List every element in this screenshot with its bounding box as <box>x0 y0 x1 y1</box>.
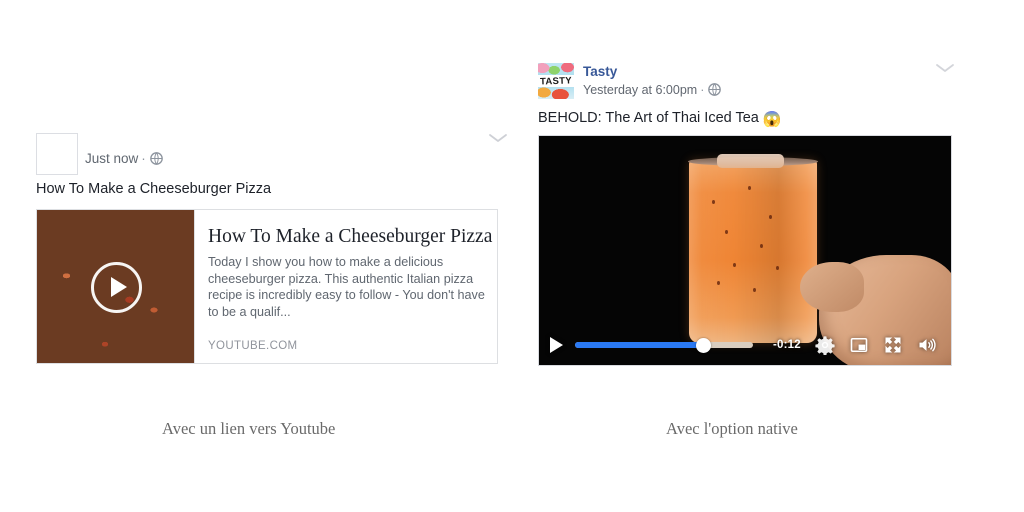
link-preview-body: How To Make a Cheeseburger Pizza Today I… <box>194 210 497 363</box>
video-controls-bar: -0:12 <box>539 325 951 365</box>
video-player[interactable]: -0:12 <box>538 135 952 366</box>
post-meta: Yesterday at 6:00pm · <box>583 83 722 97</box>
ice-specks <box>689 160 817 343</box>
post-meta: Just now · <box>85 152 163 166</box>
post-timestamp[interactable]: Yesterday at 6:00pm <box>583 83 697 97</box>
avatar <box>36 133 78 175</box>
gear-icon[interactable] <box>815 335 835 355</box>
link-title: How To Make a Cheeseburger Pizza <box>208 226 493 247</box>
post-menu-chevron-down-icon[interactable] <box>934 61 956 75</box>
meta-separator: · <box>700 83 705 97</box>
caption-right: Avec l'option native <box>666 419 798 438</box>
post-author-name[interactable]: Tasty <box>583 64 617 79</box>
progress-fill <box>575 342 704 348</box>
post-message: BEHOLD: The Art of Thai Iced Tea 😱 <box>538 108 782 130</box>
post-menu-chevron-down-icon[interactable] <box>487 131 509 145</box>
play-icon[interactable] <box>90 261 142 313</box>
progress-scrubber-handle[interactable] <box>695 337 711 353</box>
time-remaining: -0:12 <box>773 339 801 351</box>
screaming-face-emoji-icon: 😱 <box>762 111 782 128</box>
link-preview-card[interactable]: How To Make a Cheeseburger Pizza Today I… <box>36 209 498 364</box>
post-message-text: BEHOLD: The Art of Thai Iced Tea <box>538 110 759 126</box>
link-thumbnail[interactable] <box>37 210 194 363</box>
screenshot-canvas: Just now · How To Make a Cheeseburger Piz… <box>0 0 1024 512</box>
avatar[interactable]: TASTY <box>538 63 574 99</box>
thai-iced-tea-glass <box>688 154 819 344</box>
post-message: How To Make a Cheeseburger Pizza <box>36 181 272 197</box>
play-icon[interactable] <box>550 337 563 353</box>
link-description: Today I show you how to make a delicious… <box>208 255 485 319</box>
meta-separator: · <box>141 151 146 166</box>
avatar-label: TASTY <box>539 75 573 88</box>
post-timestamp[interactable]: Just now <box>85 151 138 166</box>
volume-on-icon[interactable] <box>917 335 937 355</box>
video-progress-bar[interactable] <box>575 337 753 353</box>
picture-in-picture-icon[interactable] <box>849 335 869 355</box>
link-domain: YOUTUBE.COM <box>208 340 298 352</box>
globe-icon <box>149 152 163 165</box>
caption-left: Avec un lien vers Youtube <box>162 419 336 438</box>
globe-icon <box>708 83 722 96</box>
fullscreen-icon[interactable] <box>883 335 903 355</box>
